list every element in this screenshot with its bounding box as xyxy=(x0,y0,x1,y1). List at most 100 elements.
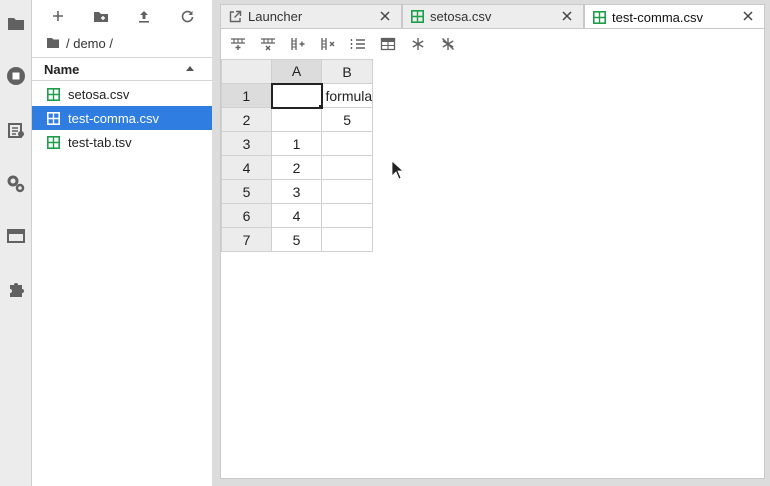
grid-cell[interactable] xyxy=(270,82,323,109)
column-header-row: A B xyxy=(221,59,374,84)
grid-cell[interactable] xyxy=(320,155,374,180)
insert-row-button[interactable] xyxy=(229,36,247,52)
launcher-icon xyxy=(229,10,242,23)
spreadsheet-icon xyxy=(411,10,424,23)
spreadsheet-icon xyxy=(47,87,60,101)
grid-cell[interactable] xyxy=(320,203,374,228)
snowflake-off-icon xyxy=(442,38,454,50)
grid-corner[interactable] xyxy=(221,59,272,84)
column-header-a[interactable]: A xyxy=(271,59,322,84)
name-column-header[interactable]: Name xyxy=(44,62,79,77)
upload-icon xyxy=(139,10,149,23)
table-row: 7 5 xyxy=(221,227,374,252)
new-folder-button[interactable] xyxy=(90,5,112,27)
delete-column-icon xyxy=(321,38,335,50)
insert-column-icon xyxy=(291,38,305,50)
grid-cell[interactable]: 5 xyxy=(271,227,322,252)
tab-label: test-comma.csv xyxy=(612,9,704,25)
file-item-label: test-comma.csv xyxy=(68,110,160,126)
grid-cell[interactable]: 1 xyxy=(271,131,322,156)
panel-splitter[interactable] xyxy=(212,0,220,486)
row-header[interactable]: 5 xyxy=(221,179,272,204)
delete-row-button[interactable] xyxy=(259,36,277,52)
breadcrumb-path[interactable]: / demo / xyxy=(66,36,113,51)
snowflake-icon xyxy=(412,38,424,50)
file-list: setosa.csv test-comma.csv test-tab.tsv xyxy=(32,82,212,154)
activity-bar xyxy=(0,0,32,486)
grid-cell[interactable] xyxy=(320,227,374,252)
file-browser: / demo / Name setosa.csv test-comma.csv … xyxy=(32,0,212,486)
grid-cell[interactable]: formula xyxy=(320,83,374,108)
sort-ascending-icon xyxy=(186,66,194,71)
row-header[interactable]: 2 xyxy=(221,107,272,132)
grid-cell[interactable]: 3 xyxy=(271,179,322,204)
refresh-icon xyxy=(181,10,193,22)
grid-cell[interactable]: 2 xyxy=(271,155,322,180)
file-list-header[interactable]: Name xyxy=(32,57,212,81)
new-folder-icon xyxy=(94,11,108,22)
spreadsheet-icon xyxy=(47,111,60,125)
running-stop-icon[interactable] xyxy=(4,64,28,88)
spreadsheet-icon xyxy=(593,10,606,24)
status-bar-strip xyxy=(212,480,770,486)
grid-cell[interactable]: 5 xyxy=(320,107,374,132)
upload-button[interactable] xyxy=(133,5,155,27)
table-row: 3 1 xyxy=(221,131,374,156)
row-header[interactable]: 1 xyxy=(221,83,272,108)
close-icon[interactable] xyxy=(379,10,391,22)
file-item-test-comma[interactable]: test-comma.csv xyxy=(32,106,212,130)
table-row: 4 2 xyxy=(221,155,374,180)
grid-cell[interactable]: 4 xyxy=(271,203,322,228)
tabs-icon[interactable] xyxy=(4,224,28,248)
table-header-icon xyxy=(380,37,396,51)
row-header[interactable]: 3 xyxy=(221,131,272,156)
new-launcher-button[interactable] xyxy=(47,5,69,27)
row-header[interactable]: 4 xyxy=(221,155,272,180)
plus-icon xyxy=(53,11,63,21)
freeze-panes-button[interactable] xyxy=(409,36,427,52)
unfreeze-panes-button[interactable] xyxy=(439,36,457,52)
folder-icon[interactable] xyxy=(4,11,28,35)
file-browser-toolbar xyxy=(32,0,212,32)
gear-icon[interactable] xyxy=(4,172,28,196)
app-window: / demo / Name setosa.csv test-comma.csv … xyxy=(0,0,770,486)
row-header[interactable]: 7 xyxy=(221,227,272,252)
file-item-setosa[interactable]: setosa.csv xyxy=(32,82,212,106)
grid-cell[interactable] xyxy=(320,131,374,156)
insert-column-button[interactable] xyxy=(289,36,307,52)
spreadsheet-icon xyxy=(47,135,60,149)
close-icon[interactable] xyxy=(742,10,754,22)
tab-test-comma[interactable]: test-comma.csv xyxy=(584,4,765,29)
insert-row-icon xyxy=(231,38,245,50)
breadcrumb[interactable]: / demo / xyxy=(46,34,113,52)
file-item-test-tab[interactable]: test-tab.tsv xyxy=(32,130,212,154)
table-row: 2 5 xyxy=(221,107,374,132)
spreadsheet-toolbar xyxy=(221,29,764,59)
freeze-header-button[interactable] xyxy=(379,36,397,52)
main-area: Launcher setosa.csv test-comma.csv A B 1… xyxy=(220,0,770,486)
refresh-button[interactable] xyxy=(176,5,198,27)
file-item-label: test-tab.tsv xyxy=(68,134,132,150)
close-icon[interactable] xyxy=(561,10,573,22)
grid-cell[interactable] xyxy=(320,179,374,204)
table-row: 1 formula xyxy=(221,82,374,109)
row-header[interactable]: 6 xyxy=(221,203,272,228)
extension-puzzle-icon[interactable] xyxy=(4,277,28,301)
tab-label: Launcher xyxy=(248,9,303,24)
fill-handle[interactable] xyxy=(318,104,320,106)
mouse-pointer-icon xyxy=(391,160,403,180)
spreadsheet-grid: A B 1 formula 2 5 3 1 4 2 5 3 6 4 7 5 xyxy=(221,59,374,252)
delete-row-icon xyxy=(261,38,275,51)
grid-cell[interactable] xyxy=(271,107,322,132)
toggle-header-button[interactable] xyxy=(349,36,367,52)
tab-bar: Launcher setosa.csv test-comma.csv xyxy=(220,4,770,29)
tab-setosa[interactable]: setosa.csv xyxy=(402,4,584,28)
folder-icon xyxy=(47,38,59,48)
commands-palette-icon[interactable] xyxy=(4,118,28,142)
delete-column-button[interactable] xyxy=(319,36,337,52)
spreadsheet-document: A B 1 formula 2 5 3 1 4 2 5 3 6 4 7 5 xyxy=(220,28,765,479)
table-row: 5 3 xyxy=(221,179,374,204)
table-row: 6 4 xyxy=(221,203,374,228)
column-header-b[interactable]: B xyxy=(320,59,374,84)
tab-launcher[interactable]: Launcher xyxy=(220,4,402,28)
